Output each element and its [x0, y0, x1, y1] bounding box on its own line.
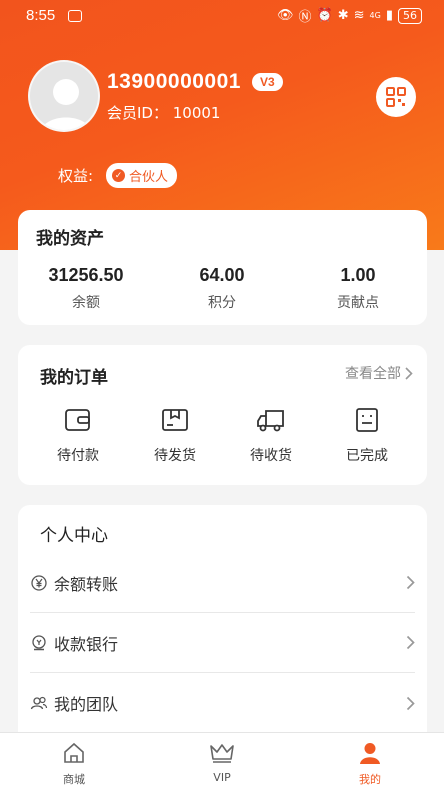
avatar[interactable] [28, 60, 100, 132]
orders-card: 我的订单 查看全部 待付款 待发货 待收货 已完成 [18, 345, 427, 485]
order-label: 已完成 [346, 448, 388, 464]
network-label: 4G [369, 11, 381, 20]
tab-label: VIP [213, 771, 231, 784]
assets-title: 我的资产 [36, 229, 104, 249]
user-icon [360, 743, 380, 764]
order-label: 待收货 [250, 448, 292, 464]
package-icon [162, 409, 188, 431]
rights-label: 权益: [58, 167, 94, 185]
personal-center-card: 个人中心 余额转账 收款银行 我的团队 [18, 505, 427, 745]
view-all-label: 查看全部 [345, 366, 401, 382]
asset-label: 积分 [208, 295, 236, 311]
bank-icon [32, 634, 46, 650]
menu-item-label: 余额转账 [54, 574, 119, 594]
tab-mall[interactable]: 商城 [34, 741, 114, 787]
asset-value: 64.00 [199, 265, 245, 285]
menu-item-label: 收款银行 [54, 634, 119, 654]
menu-item-label: 我的团队 [54, 695, 119, 714]
team-icon [30, 696, 48, 710]
chevron-right-icon [406, 696, 415, 710]
home-icon [64, 742, 84, 763]
status-bar: 8:55 👁 Ⓝ ⏰ ✱ ≋ 4G ▮ 56 [0, 0, 444, 32]
order-pending-payment[interactable]: 待付款 [38, 407, 118, 465]
crown-icon [210, 744, 234, 763]
order-label: 待付款 [57, 448, 99, 464]
chevron-right-icon [406, 575, 415, 590]
asset-value: 31256.50 [48, 265, 124, 285]
order-pending-shipment[interactable]: 待发货 [135, 407, 215, 465]
wifi-icon: ≋ [353, 8, 365, 23]
order-label: 待发货 [154, 448, 196, 464]
order-completed[interactable]: 已完成 [327, 407, 407, 465]
order-pending-receipt[interactable]: 待收货 [231, 407, 311, 465]
asset-value: 1.00 [340, 265, 376, 285]
wallet-icon [65, 409, 90, 431]
signal-icon: ▮ [385, 8, 393, 23]
tab-vip[interactable]: VIP [182, 741, 262, 784]
asset-contribution[interactable]: 1.00 贡献点 [290, 265, 426, 312]
asset-label: 余额 [72, 295, 100, 311]
eye-icon: 👁 [277, 8, 294, 23]
status-icons: 👁 Ⓝ ⏰ ✱ ≋ 4G ▮ 56 [277, 6, 422, 25]
asset-points[interactable]: 64.00 积分 [154, 265, 290, 312]
qr-code-button[interactable] [376, 77, 416, 117]
bluetooth-icon: ✱ [337, 8, 349, 23]
asset-balance[interactable]: 31256.50 余额 [18, 265, 154, 312]
orders-title: 我的订单 [40, 368, 108, 388]
view-all-orders-link[interactable]: 查看全部 [345, 363, 413, 383]
status-time: 8:55 [26, 7, 56, 24]
user-phone: 13900000001 [107, 70, 241, 93]
truck-icon [257, 410, 284, 432]
rights-badge[interactable]: ✓ 合伙人 [106, 163, 178, 188]
tab-label: 我的 [359, 773, 381, 786]
chevron-right-icon [406, 635, 415, 650]
document-icon [356, 408, 378, 432]
tab-mine[interactable]: 我的 [330, 741, 410, 787]
bottom-tab-bar: 商城 VIP 我的 [0, 732, 444, 794]
chevron-right-icon [405, 366, 413, 380]
alarm-icon: ⏰ [316, 8, 333, 23]
menu-item-balance-transfer[interactable]: 余额转账 [30, 553, 415, 613]
personal-center-title: 个人中心 [40, 526, 108, 546]
assets-card: 我的资产 31256.50 余额 64.00 积分 1.00 贡献点 [18, 210, 427, 325]
yen-icon [31, 574, 47, 591]
check-icon: ✓ [112, 169, 125, 182]
rights-badge-label: 合伙人 [129, 170, 169, 185]
qr-code-icon [386, 87, 406, 107]
level-badge: V3 [252, 73, 283, 91]
nfc-icon: Ⓝ [298, 10, 312, 25]
menu-item-receiving-bank[interactable]: 收款银行 [30, 613, 415, 673]
menu-item-my-team[interactable]: 我的团队 [30, 673, 415, 733]
tab-label: 商城 [63, 773, 85, 786]
member-id: 会员ID： 10001 [107, 104, 221, 122]
asset-label: 贡献点 [337, 295, 379, 311]
battery-indicator: 56 [398, 7, 422, 24]
notification-icon [68, 10, 82, 22]
